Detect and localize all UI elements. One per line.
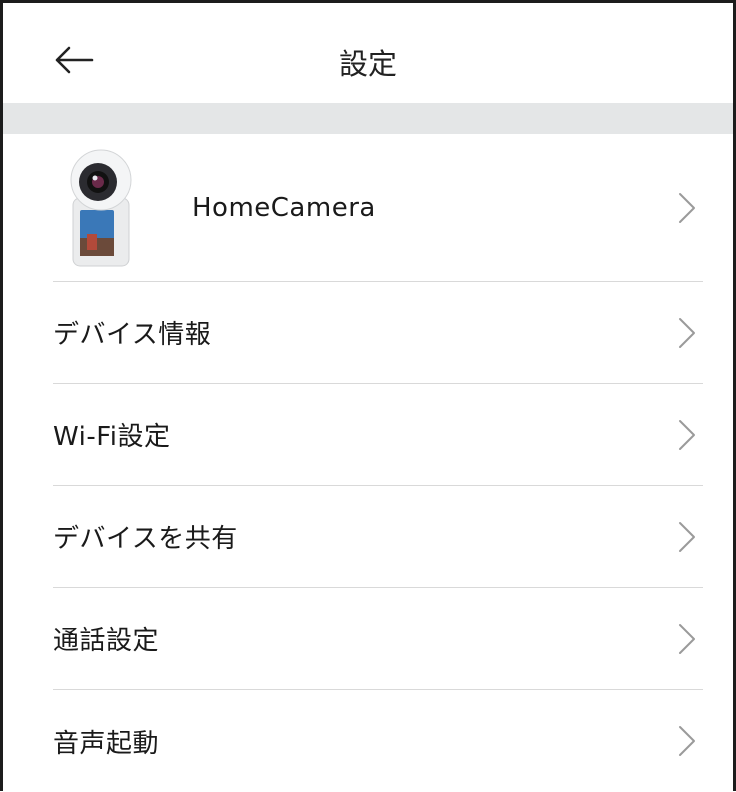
chevron-right-icon [679,623,695,654]
menu-item-call-settings[interactable]: 通話設定 [53,588,703,690]
chevron-right-icon [679,192,695,223]
settings-list: HomeCamera デバイス情報 Wi-Fi設定 デバイスを共有 通話設定 音… [3,134,733,792]
menu-item-share-device[interactable]: デバイスを共有 [53,486,703,588]
section-separator [3,103,733,134]
menu-item-label: デバイス情報 [53,320,212,350]
settings-screen: 設定 HomeCamera デバイス情報 Wi-Fi設定 デバイスを共有 通話設… [0,0,736,791]
device-name: HomeCamera [192,192,376,223]
device-row[interactable]: HomeCamera [53,134,703,282]
menu-item-label: 通話設定 [53,626,160,656]
chevron-right-icon [679,521,695,552]
menu-item-label: Wi-Fi設定 [53,422,171,452]
chevron-right-icon [679,726,695,756]
page-title: 設定 [338,47,397,81]
menu-item-label: 音声起動 [53,728,160,759]
menu-item-voice-activation[interactable]: 音声起動 [53,690,703,792]
camera-device-icon [70,149,132,266]
menu-item-device-info[interactable]: デバイス情報 [53,282,703,384]
menu-item-label: デバイスを共有 [53,524,238,554]
chevron-right-icon [679,317,695,348]
chevron-right-icon [679,419,695,450]
menu-item-wifi-settings[interactable]: Wi-Fi設定 [53,384,703,486]
app-header: 設定 [3,3,733,103]
